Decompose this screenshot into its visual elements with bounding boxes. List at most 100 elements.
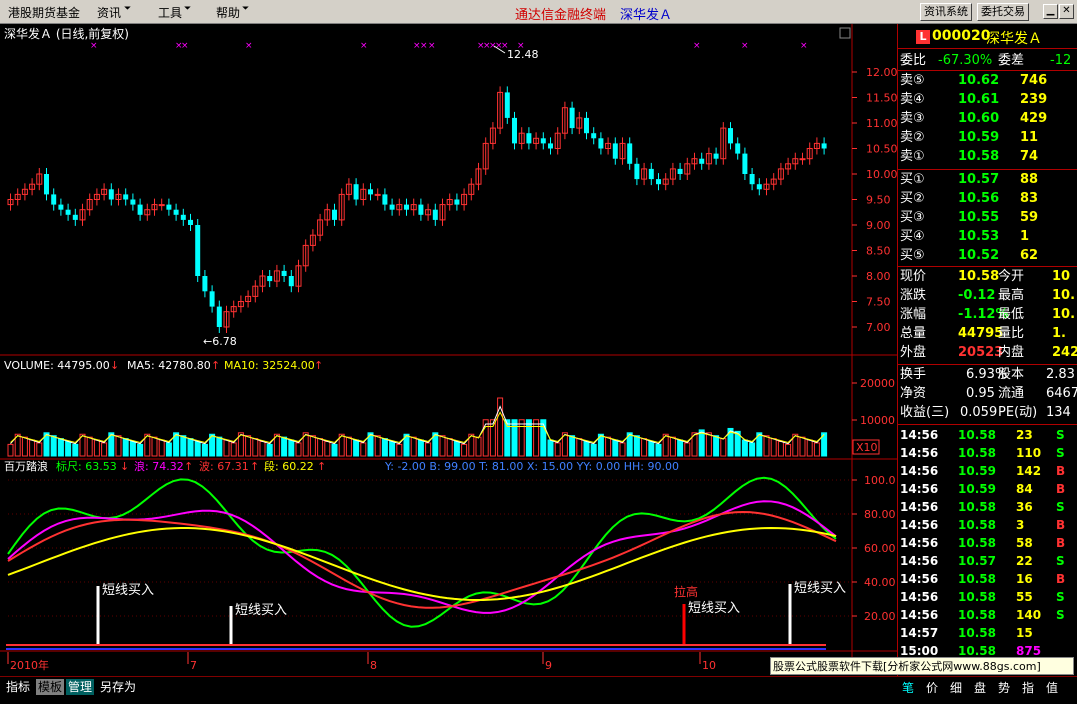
divider bbox=[898, 364, 1077, 365]
price-tick-label: 12.00 bbox=[866, 66, 897, 79]
volume-bar bbox=[29, 439, 36, 457]
trade-tick-row: 14:56 10.58 55 S bbox=[900, 590, 1065, 604]
candle-body bbox=[44, 174, 49, 195]
price-tick-label: 9.50 bbox=[866, 194, 891, 207]
buy-signal-label: 短线买入 bbox=[235, 603, 287, 618]
volume-bar bbox=[713, 435, 720, 457]
pump-signal-label: 拉高 bbox=[674, 584, 698, 599]
tab-book[interactable]: 盘 bbox=[974, 679, 986, 696]
event-marker-icon: × bbox=[420, 41, 428, 51]
indicator-tick-label: 60.00 bbox=[864, 542, 896, 555]
volume-bar bbox=[288, 439, 295, 457]
fundamental-row: 收益(三) 0.059 PE(动) 134 bbox=[900, 405, 1071, 420]
sell-level-row: 卖② 10.59 11 bbox=[900, 130, 1039, 145]
candle-body bbox=[58, 204, 64, 210]
tab-price[interactable]: 价 bbox=[926, 679, 938, 696]
volume-bar bbox=[165, 442, 172, 457]
volume-bar bbox=[331, 443, 338, 457]
candle-body bbox=[799, 158, 806, 161]
stat-row: 涨跌 -0.12 最高 10. bbox=[900, 288, 1076, 303]
volume-bar bbox=[482, 419, 489, 457]
date-label: 8 bbox=[370, 659, 377, 672]
tab-trend[interactable]: 势 bbox=[998, 679, 1010, 696]
event-marker-icon: × bbox=[428, 41, 436, 51]
price-tick-label: 10.50 bbox=[866, 143, 897, 156]
date-axis: 2010年 7 8 9 10 bbox=[7, 652, 716, 672]
stock-code: 000020 bbox=[932, 28, 991, 44]
tab-index[interactable]: 指 bbox=[1022, 679, 1034, 696]
candle-body bbox=[51, 194, 57, 205]
candle-body bbox=[756, 184, 762, 190]
volume-bar bbox=[396, 443, 403, 457]
volume-bar bbox=[446, 438, 453, 457]
menu-item-hk-futures[interactable]: 港股期货基金 bbox=[8, 4, 80, 21]
candle-body bbox=[454, 199, 460, 205]
trade-tick-row: 14:57 10.58 15 bbox=[900, 626, 1033, 640]
event-marker-icon: × bbox=[181, 41, 189, 51]
volume-label: VOLUME: 44795.00 bbox=[4, 359, 110, 372]
candle-body bbox=[404, 204, 409, 210]
volume-bar bbox=[770, 438, 777, 457]
volume-bar bbox=[641, 438, 648, 457]
tab-detail[interactable]: 细 bbox=[950, 679, 962, 696]
volume-bar bbox=[187, 438, 194, 457]
volume-arrow-icon: ↓ bbox=[110, 359, 119, 372]
volume-bar bbox=[324, 441, 331, 457]
candle-body bbox=[288, 276, 294, 287]
tab-trades[interactable]: 笔 bbox=[902, 679, 914, 696]
divider bbox=[898, 424, 1077, 425]
candle-body bbox=[158, 204, 165, 207]
menu-item-info[interactable]: 资讯 bbox=[97, 4, 121, 21]
candle-body bbox=[656, 179, 661, 185]
sell-level-row: 卖③ 10.60 429 bbox=[900, 111, 1048, 126]
volume-bar bbox=[504, 419, 511, 457]
low-price-label: ←6.78 bbox=[203, 335, 237, 348]
buy-level-row: 买⑤ 10.52 62 bbox=[900, 248, 1039, 263]
event-marker-icon: × bbox=[800, 41, 808, 51]
tab-template[interactable]: 模板 bbox=[36, 679, 65, 695]
menu-item-tools[interactable]: 工具 bbox=[158, 4, 182, 21]
candlestick-series bbox=[7, 86, 827, 333]
candle-body bbox=[591, 133, 597, 139]
candle-body bbox=[374, 193, 381, 196]
candle-body bbox=[353, 184, 359, 200]
tab-indicator[interactable]: 指标 bbox=[4, 679, 32, 695]
ma10-label: MA10: 32524.00 bbox=[224, 359, 315, 372]
volume-bar bbox=[360, 442, 367, 457]
volume-bar bbox=[576, 438, 583, 457]
webi-row: 委比 -67.30% 委差 -12 bbox=[900, 53, 1072, 68]
tab-value[interactable]: 值 bbox=[1046, 679, 1058, 696]
date-label: 10 bbox=[702, 659, 716, 672]
menu-item-help[interactable]: 帮助 bbox=[216, 4, 240, 21]
trade-button[interactable]: 委托交易 bbox=[977, 3, 1029, 21]
volume-bar bbox=[813, 442, 820, 457]
info-system-button[interactable]: 资讯系统 bbox=[920, 3, 972, 21]
trade-tick-row: 14:56 10.58 3 B bbox=[900, 518, 1066, 532]
volume-bar bbox=[633, 435, 640, 457]
tab-save-as[interactable]: 另存为 bbox=[98, 679, 138, 695]
volume-bar bbox=[115, 435, 122, 457]
buy-level-row: 买② 10.56 83 bbox=[900, 191, 1039, 206]
candle-body bbox=[612, 143, 618, 159]
candle-body bbox=[742, 153, 748, 174]
close-icon[interactable]: ✕ bbox=[1059, 4, 1074, 19]
volume-bar bbox=[129, 441, 136, 457]
volume-bar bbox=[72, 443, 79, 457]
app-title: 通达信金融终端 bbox=[515, 8, 607, 23]
volume-bar bbox=[669, 436, 676, 457]
candle-body bbox=[418, 204, 424, 215]
watermark-banner[interactable]: 股票公式股票软件下载[分析家公式网www.88gs.com] bbox=[770, 657, 1074, 675]
price-tick-label: 11.00 bbox=[866, 117, 897, 130]
buy-signal-label: 短线买入 bbox=[794, 581, 846, 596]
trade-tick-row: 14:56 10.59 84 B bbox=[900, 482, 1066, 496]
volume-bar bbox=[309, 435, 316, 457]
volume-bar bbox=[57, 438, 64, 457]
segment-arrow-icon: ↑ bbox=[317, 460, 326, 473]
volume-bar bbox=[36, 442, 43, 457]
panel-toggle-icon[interactable] bbox=[839, 27, 851, 39]
candle-body bbox=[569, 107, 575, 129]
tab-manage[interactable]: 管理 bbox=[66, 679, 95, 695]
minimize-icon[interactable]: ▁ bbox=[1043, 4, 1058, 19]
chart-area[interactable]: 深华发Ａ (日线,前复权) 12.00 11.50 11.00 10.50 10.00 9… bbox=[0, 24, 897, 676]
volume-bar bbox=[381, 438, 388, 457]
